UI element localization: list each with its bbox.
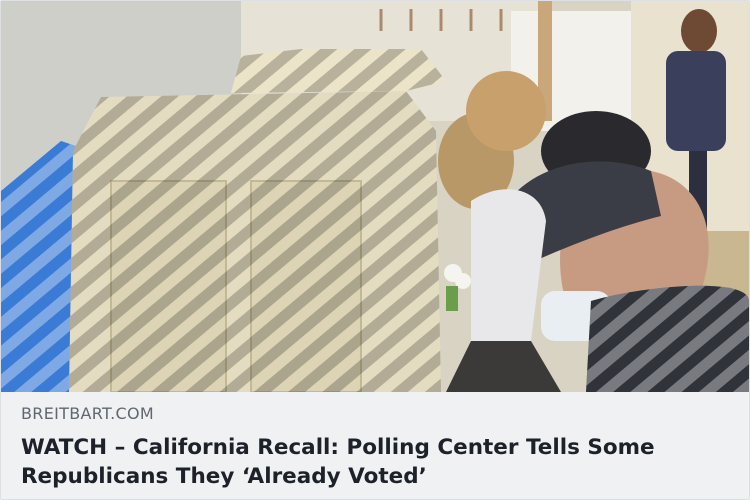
link-preview-card[interactable]: BREITBART.COM WATCH – California Recall:… bbox=[0, 0, 750, 500]
article-thumbnail-image[interactable] bbox=[1, 1, 749, 392]
link-preview-meta: BREITBART.COM WATCH – California Recall:… bbox=[1, 392, 749, 499]
source-domain: BREITBART.COM bbox=[21, 404, 155, 423]
article-title[interactable]: WATCH – California Recall: Polling Cente… bbox=[21, 433, 729, 491]
